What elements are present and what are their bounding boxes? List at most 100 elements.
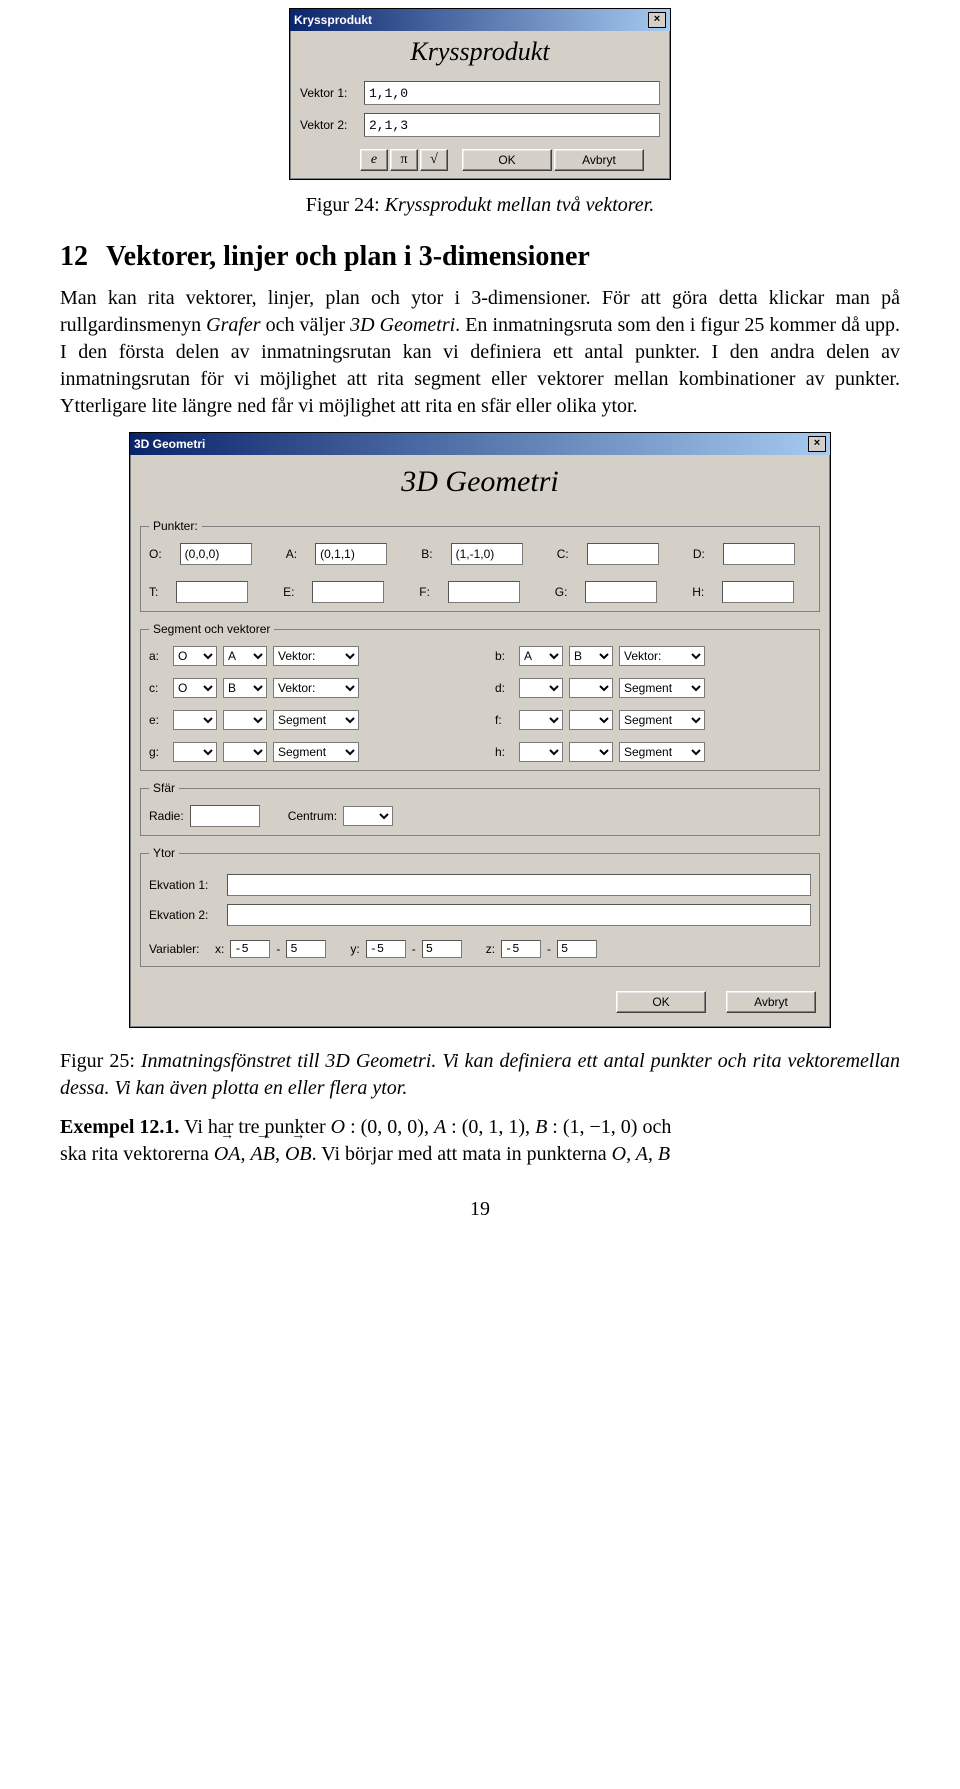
- segment-point2-select[interactable]: B: [223, 678, 267, 698]
- segment-point1-select[interactable]: O: [173, 646, 217, 666]
- point-input[interactable]: [312, 581, 384, 603]
- figure-24-caption: Figur 24: Kryssprodukt mellan två vektor…: [60, 194, 900, 217]
- cancel-button[interactable]: Avbryt: [554, 149, 644, 171]
- segment-row: h: Segment: [495, 742, 811, 762]
- segment-label: g:: [149, 745, 167, 759]
- figure-25-caption: Figur 25: Inmatningsfönstret till 3D Geo…: [60, 1048, 900, 1102]
- point-input[interactable]: [448, 581, 520, 603]
- point-input[interactable]: [176, 581, 248, 603]
- segment-type-select[interactable]: Vektor:: [273, 646, 359, 666]
- segment-type-select[interactable]: Segment: [619, 710, 705, 730]
- point-label: B:: [421, 547, 432, 561]
- dialog-title: Kryssprodukt: [294, 13, 372, 27]
- ok-button[interactable]: OK: [462, 149, 552, 171]
- segment-point2-select[interactable]: A: [223, 646, 267, 666]
- segment-point2-select[interactable]: [569, 742, 613, 762]
- point-label: T:: [149, 585, 158, 599]
- punkter-legend: Punkter:: [149, 519, 202, 533]
- dash: -: [547, 942, 551, 956]
- segment-point1-select[interactable]: [519, 710, 563, 730]
- segment-type-select[interactable]: Segment: [273, 710, 359, 730]
- titlebar[interactable]: Kryssprodukt ×: [290, 9, 670, 31]
- dialog-title: 3D Geometri: [134, 437, 205, 451]
- point-input[interactable]: [587, 543, 659, 565]
- y-hi-input[interactable]: [422, 940, 462, 958]
- segment-point2-select[interactable]: B: [569, 646, 613, 666]
- segment-type-select[interactable]: Segment: [619, 742, 705, 762]
- vektor1-label: Vektor 1:: [300, 86, 356, 100]
- close-icon[interactable]: ×: [648, 12, 666, 28]
- ekvation1-input[interactable]: [227, 874, 811, 896]
- x-hi-input[interactable]: [286, 940, 326, 958]
- point-input[interactable]: [315, 543, 387, 565]
- segment-point1-select[interactable]: A: [519, 646, 563, 666]
- centrum-label: Centrum:: [288, 809, 337, 823]
- segment-point1-select[interactable]: O: [173, 678, 217, 698]
- segment-label: b:: [495, 649, 513, 663]
- segment-type-select[interactable]: Vektor:: [273, 678, 359, 698]
- point-label: F:: [419, 585, 430, 599]
- segment-type-select[interactable]: Segment: [619, 678, 705, 698]
- point-label: C:: [557, 547, 569, 561]
- close-icon[interactable]: ×: [808, 436, 826, 452]
- segment-point1-select[interactable]: [173, 710, 217, 730]
- ytor-legend: Ytor: [149, 846, 179, 860]
- variabler-label: Variabler:: [149, 942, 209, 956]
- segment-point2-select[interactable]: [223, 742, 267, 762]
- ekvation1-label: Ekvation 1:: [149, 878, 221, 892]
- cancel-button[interactable]: Avbryt: [726, 991, 816, 1013]
- dialog-heading: 3D Geometri: [130, 455, 830, 513]
- vektor2-input[interactable]: [364, 113, 660, 137]
- vektor1-input[interactable]: [364, 81, 660, 105]
- sqrt-button[interactable]: √: [420, 149, 448, 171]
- segment-label: h:: [495, 745, 513, 759]
- radie-input[interactable]: [190, 805, 260, 827]
- x-lo-input[interactable]: [230, 940, 270, 958]
- segment-point1-select[interactable]: [519, 678, 563, 698]
- section-paragraph: Man kan rita vektorer, linjer, plan och …: [60, 285, 900, 420]
- sfar-legend: Sfär: [149, 781, 179, 795]
- z-lo-input[interactable]: [501, 940, 541, 958]
- point-label: D:: [693, 547, 705, 561]
- segment-legend: Segment och vektorer: [149, 622, 274, 636]
- point-label: E:: [283, 585, 294, 599]
- ytor-group: Ytor Ekvation 1: Ekvation 2: Variabler: …: [140, 846, 820, 967]
- point-label: G:: [555, 585, 568, 599]
- point-input[interactable]: [722, 581, 794, 603]
- segment-group: Segment och vektorer a:OAVektor:b:ABVekt…: [140, 622, 820, 771]
- ok-button[interactable]: OK: [616, 991, 706, 1013]
- point-input[interactable]: [451, 543, 523, 565]
- ekvation2-label: Ekvation 2:: [149, 908, 221, 922]
- section-heading: 12Vektorer, linjer och plan i 3-dimensio…: [60, 241, 900, 273]
- y-lo-input[interactable]: [366, 940, 406, 958]
- segment-type-select[interactable]: Vektor:: [619, 646, 705, 666]
- segment-point1-select[interactable]: [173, 742, 217, 762]
- segment-label: f:: [495, 713, 513, 727]
- point-input[interactable]: [585, 581, 657, 603]
- point-input[interactable]: [723, 543, 795, 565]
- segment-point2-select[interactable]: [223, 710, 267, 730]
- point-label: H:: [692, 585, 704, 599]
- centrum-select[interactable]: [343, 806, 393, 826]
- kryssprodukt-dialog: Kryssprodukt × Kryssprodukt Vektor 1: Ve…: [289, 8, 671, 180]
- point-input[interactable]: [180, 543, 252, 565]
- ekvation2-input[interactable]: [227, 904, 811, 926]
- e-button[interactable]: e: [360, 149, 388, 171]
- x-label: x:: [215, 942, 224, 956]
- segment-row: c:OBVektor:: [149, 678, 465, 698]
- segment-point2-select[interactable]: [569, 678, 613, 698]
- page-number: 19: [60, 1198, 900, 1221]
- segment-row: g: Segment: [149, 742, 465, 762]
- segment-row: a:OAVektor:: [149, 646, 465, 666]
- dash: -: [412, 942, 416, 956]
- pi-button[interactable]: π: [390, 149, 418, 171]
- titlebar[interactable]: 3D Geometri ×: [130, 433, 830, 455]
- segment-label: d:: [495, 681, 513, 695]
- punkter-group: Punkter: O:A:B:C:D: T:E:F:G:H:: [140, 519, 820, 612]
- segment-point1-select[interactable]: [519, 742, 563, 762]
- segment-point2-select[interactable]: [569, 710, 613, 730]
- segment-row: d: Segment: [495, 678, 811, 698]
- z-label: z:: [486, 942, 495, 956]
- z-hi-input[interactable]: [557, 940, 597, 958]
- segment-type-select[interactable]: Segment: [273, 742, 359, 762]
